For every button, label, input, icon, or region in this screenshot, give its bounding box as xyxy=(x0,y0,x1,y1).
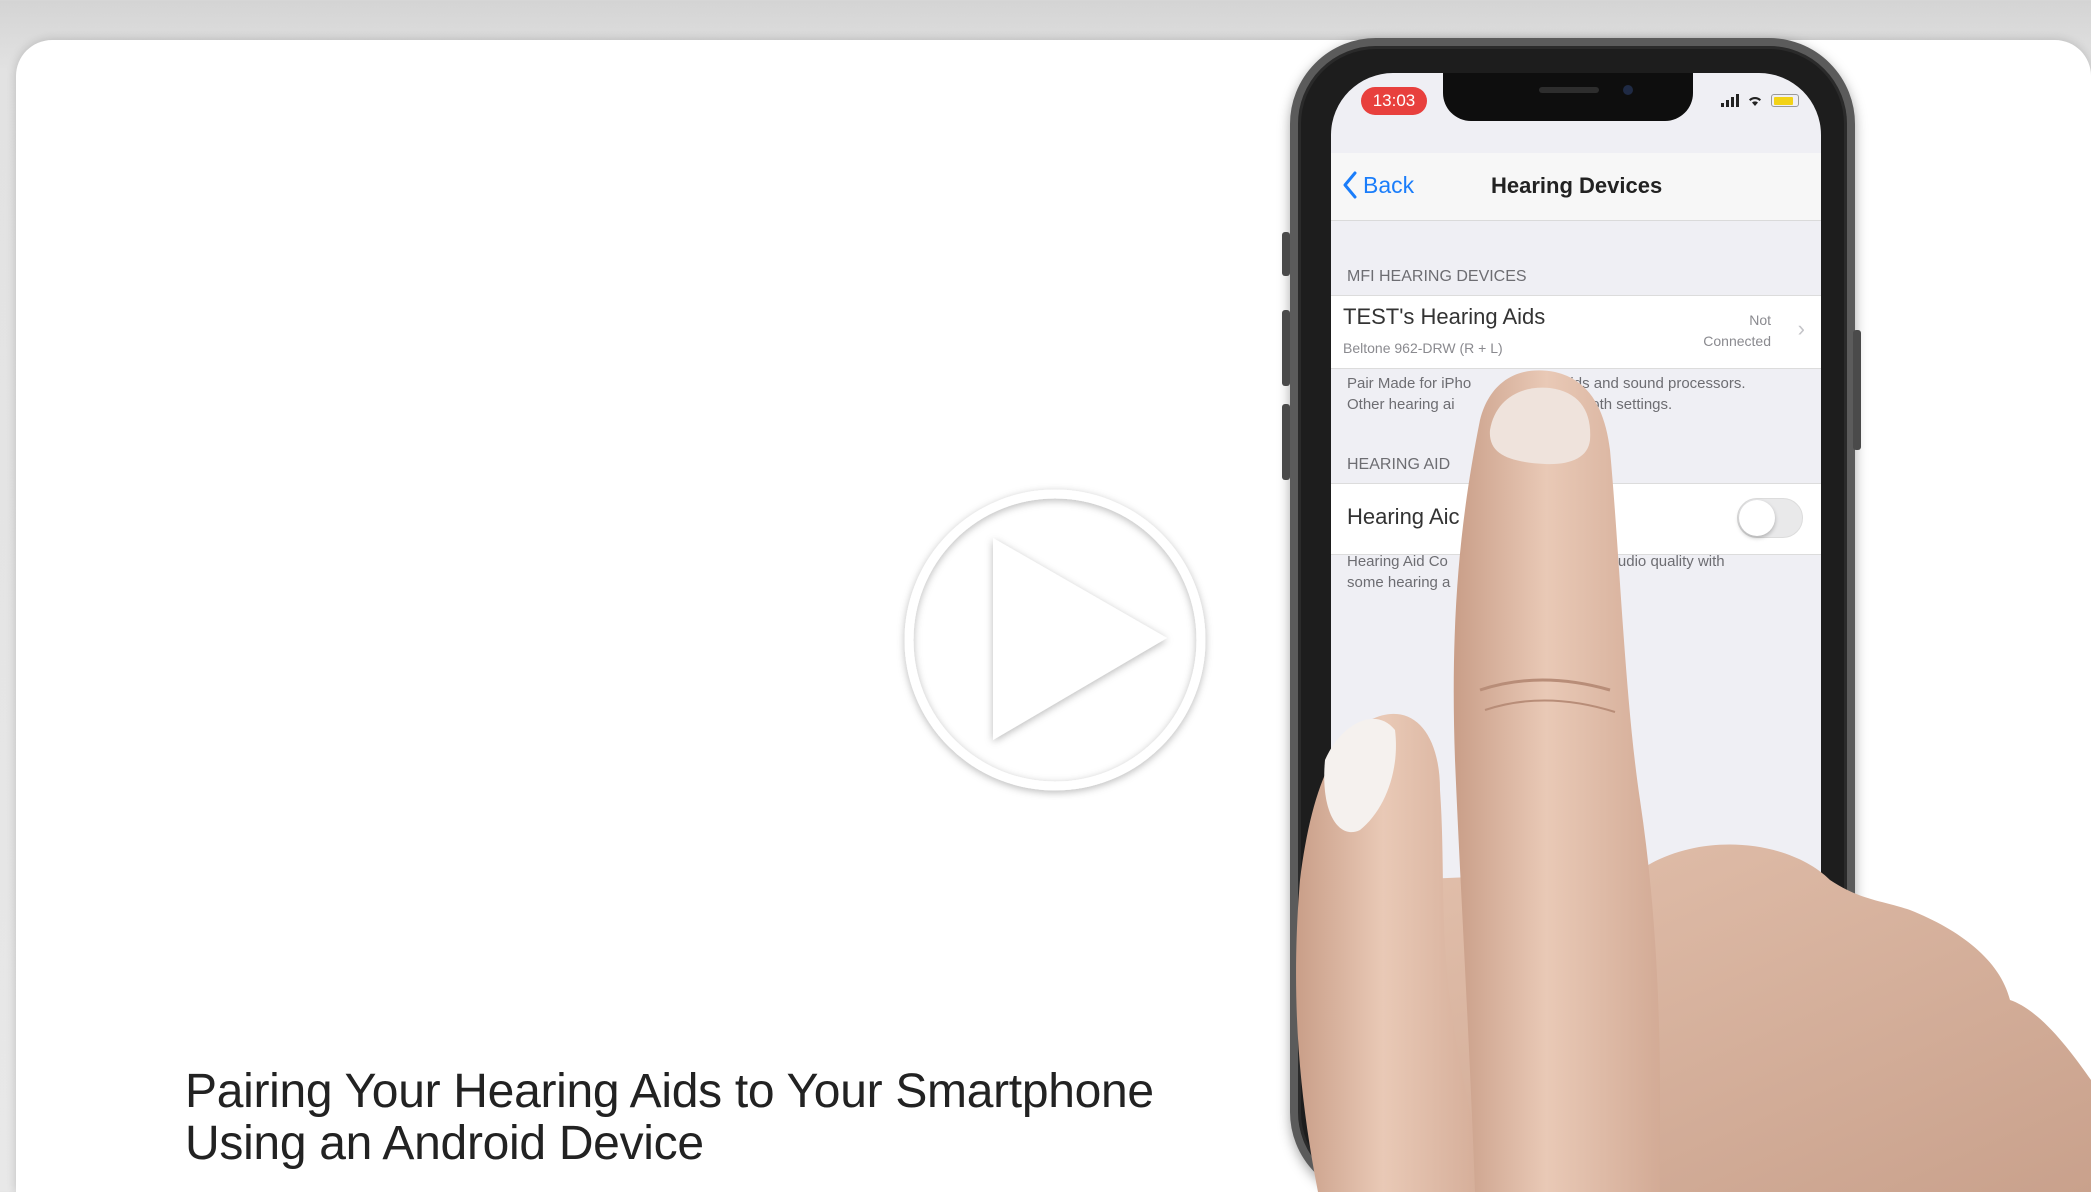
toggle-knob xyxy=(1739,500,1775,536)
video-title-line-2: Using an Android Device xyxy=(185,1117,704,1170)
wifi-icon xyxy=(1749,97,1761,106)
phone-side-button xyxy=(1282,404,1290,480)
back-label: Back xyxy=(1363,171,1415,198)
phone-power-button xyxy=(1853,330,1861,450)
phone-side-button xyxy=(1282,310,1290,386)
nav-bar: Back Hearing Devices xyxy=(1331,153,1821,221)
section-header-mfi: MFI HEARING DEVICES xyxy=(1347,268,1527,285)
battery-icon xyxy=(1771,94,1799,107)
mfi-footer: Pair Made for iPho ng aids and sound proc… xyxy=(1347,373,1807,415)
front-camera xyxy=(1623,85,1633,95)
chevron-left-icon xyxy=(1343,171,1357,199)
phone-side-button xyxy=(1282,232,1290,276)
chevron-right-icon: › xyxy=(1797,316,1805,341)
phone-screen: 13:03 Back Hearing Devices MFI HEARING D… xyxy=(1331,73,1821,1173)
play-button[interactable] xyxy=(895,480,1215,800)
video-title-line-1: Pairing Your Hearing Aids to Your Smartp… xyxy=(185,1065,1154,1118)
mfi-footer-text-1b: ng aids and sound processors. xyxy=(1541,375,1746,392)
device-name: TEST's Hearing Aids xyxy=(1343,304,1546,329)
hearing-aid-footer-text-2: some hearing a xyxy=(1347,574,1451,591)
connection-status-line-2: Connected xyxy=(1703,333,1771,349)
nav-title: Hearing Devices xyxy=(1491,173,1663,198)
hearing-aid-footer-text-1: Hearing Aid Co xyxy=(1347,553,1448,570)
hearing-aid-footer-text-1b: s audio quality with xyxy=(1597,553,1725,570)
hearing-aid-toggle[interactable] xyxy=(1737,498,1803,538)
connection-status: Not Connected xyxy=(1703,310,1771,352)
play-icon xyxy=(904,489,1206,791)
device-model: Beltone 962-DRW (R + L) xyxy=(1343,340,1503,356)
phone-notch xyxy=(1443,73,1693,121)
hearing-aid-row-label: Hearing Aic xyxy=(1347,504,1460,529)
back-button[interactable]: Back xyxy=(1341,171,1414,199)
mfi-footer-text-2b: t in Bluetooth settings. xyxy=(1524,396,1673,413)
signal-icon xyxy=(1721,93,1739,107)
hearing-aid-compat-row: Hearing Aic xyxy=(1331,483,1821,555)
section-header-hearing-aid: HEARING AID xyxy=(1347,456,1451,473)
earpiece-speaker xyxy=(1539,87,1599,93)
status-time: 13:03 xyxy=(1361,87,1427,115)
hearing-device-row[interactable]: TEST's Hearing Aids Beltone 962-DRW (R +… xyxy=(1331,295,1821,369)
status-icons xyxy=(1721,93,1799,107)
mfi-footer-text-2: Other hearing ai xyxy=(1347,396,1455,413)
connection-status-line-1: Not xyxy=(1749,312,1771,328)
video-title: Pairing Your Hearing Aids to Your Smartp… xyxy=(185,1066,1285,1170)
hearing-aid-footer: Hearing Aid Co s audio quality with some … xyxy=(1347,551,1807,593)
mfi-footer-text-1: Pair Made for iPho xyxy=(1347,375,1472,392)
